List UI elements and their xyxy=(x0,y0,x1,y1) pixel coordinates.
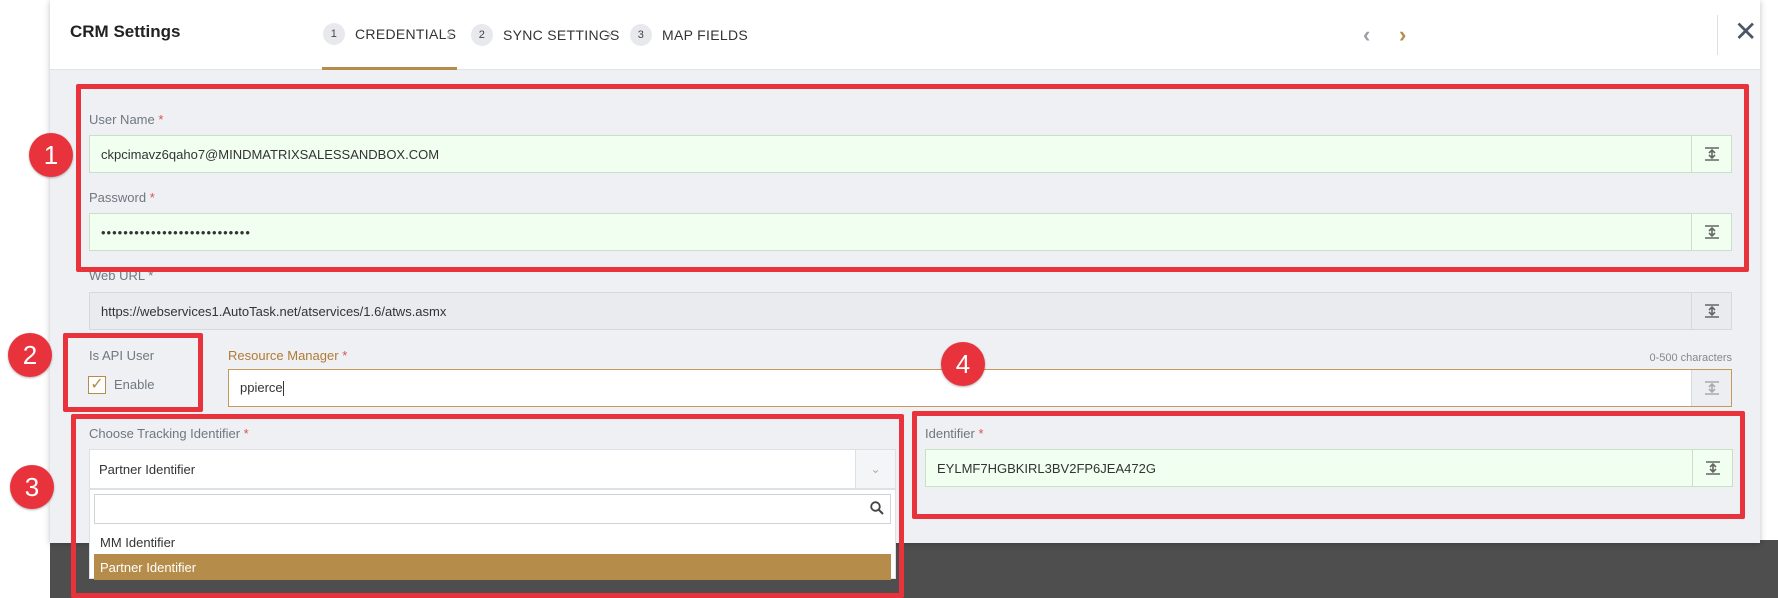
annotation-badge-4: 4 xyxy=(941,342,985,386)
close-icon[interactable]: ✕ xyxy=(1734,18,1757,46)
step-number: 2 xyxy=(471,24,493,46)
annotation-box-4 xyxy=(912,411,1745,519)
tab-credentials[interactable]: 1 CREDENTIALS xyxy=(322,0,458,70)
text-wrap-icon[interactable] xyxy=(1691,370,1731,406)
required-marker: * xyxy=(342,348,348,363)
step-label: CREDENTIALS xyxy=(355,25,457,42)
modal-header: CRM Settings 1 CREDENTIALS › 2 SYNC SETT… xyxy=(50,0,1760,70)
annotation-box-1 xyxy=(76,84,1749,272)
step-number: 3 xyxy=(630,24,652,46)
annotation-box-3 xyxy=(71,414,904,598)
resource-manager-label-text: Resource Manager xyxy=(228,348,339,363)
resource-manager-value: ppierce xyxy=(240,379,283,395)
step-number: 1 xyxy=(323,22,345,45)
step-label: MAP FIELDS xyxy=(662,27,748,43)
tab-sync-settings[interactable]: 2 SYNC SETTINGS xyxy=(470,0,621,70)
web-url-value: https://webservices1.AutoTask.net/atserv… xyxy=(101,303,447,319)
annotation-badge-3: 3 xyxy=(10,465,54,509)
text-caret xyxy=(282,381,284,397)
resource-manager-label: Resource Manager * xyxy=(228,348,347,363)
modal-title: CRM Settings xyxy=(70,22,181,41)
chevron-right-icon: › xyxy=(606,24,612,44)
annotation-badge-1: 1 xyxy=(29,133,73,177)
annotation-box-2 xyxy=(63,333,203,412)
next-arrow-icon[interactable]: › xyxy=(1399,22,1406,48)
annotation-badge-2: 2 xyxy=(8,333,52,377)
chevron-right-icon: › xyxy=(446,24,452,44)
previous-arrow-icon[interactable]: ‹ xyxy=(1363,22,1370,48)
text-wrap-icon[interactable] xyxy=(1691,293,1731,329)
web-url-field[interactable]: https://webservices1.AutoTask.net/atserv… xyxy=(89,292,1732,330)
tab-map-fields[interactable]: 3 MAP FIELDS xyxy=(629,0,749,70)
header-divider xyxy=(1717,15,1718,55)
char-count-hint: 0-500 characters xyxy=(1649,352,1732,364)
step-label: SYNC SETTINGS xyxy=(503,27,620,43)
